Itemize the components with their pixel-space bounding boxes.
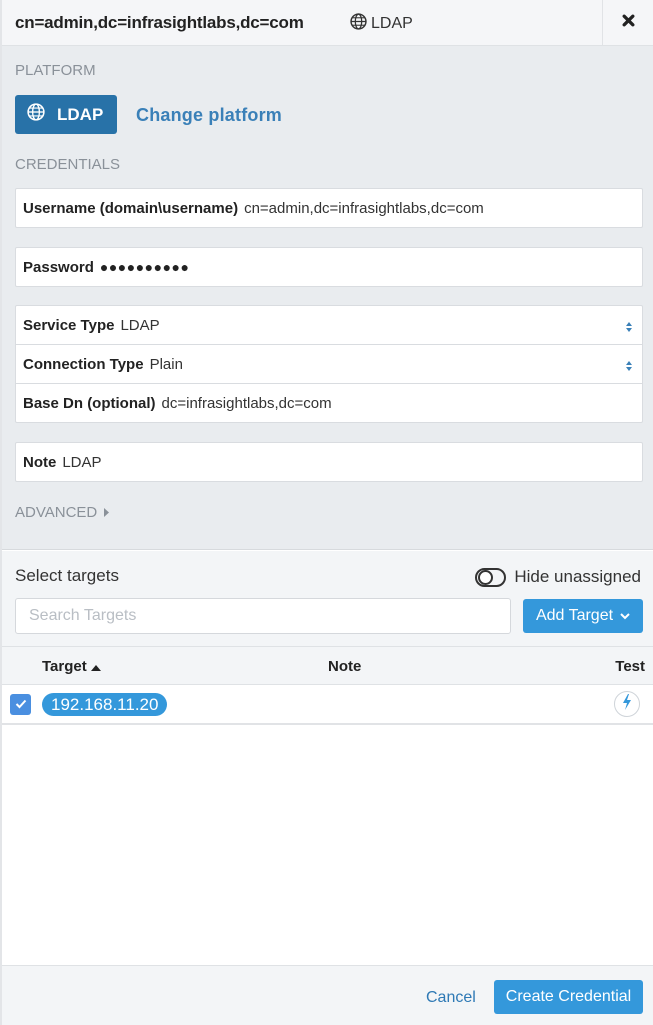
username-value: cn=admin,dc=infrasightlabs,dc=com — [244, 199, 484, 217]
service-type-select[interactable]: Service Type LDAP — [15, 305, 643, 345]
globe-icon — [350, 13, 367, 35]
credential-form: PLATFORM LDAP Change platform CREDENTIAL… — [2, 46, 653, 550]
password-value: ●●●●●●●●●● — [99, 259, 190, 275]
hide-unassigned-label: Hide unassigned — [514, 567, 641, 586]
password-field[interactable]: Password ●●●●●●●●●● — [15, 247, 643, 287]
targets-section: Select targets Hide unassigned Add Targe… — [2, 551, 653, 647]
toggle-icon — [475, 567, 507, 587]
target-checkbox[interactable] — [10, 694, 31, 715]
chevron-down-icon — [620, 607, 630, 625]
change-platform-link[interactable]: Change platform — [136, 105, 282, 126]
base-dn-label: Base Dn (optional) — [23, 394, 156, 412]
create-credential-button[interactable]: Create Credential — [494, 980, 643, 1014]
base-dn-value: dc=infrasightlabs,dc=com — [161, 394, 332, 412]
connection-type-select[interactable]: Connection Type Plain — [15, 344, 643, 384]
test-button[interactable] — [614, 691, 640, 717]
note-label: Note — [23, 453, 57, 471]
panel-header: cn=admin,dc=infrasightlabs,dc=com LDAP — [2, 0, 653, 46]
sort-asc-icon — [90, 658, 101, 675]
panel-footer: Cancel Create Credential — [2, 965, 653, 1025]
credentials-section-label: CREDENTIALS — [15, 156, 121, 173]
caret-right-icon — [104, 504, 110, 521]
search-targets-input[interactable] — [15, 598, 511, 634]
advanced-toggle[interactable]: ADVANCED — [15, 504, 110, 521]
password-label: Password — [23, 258, 94, 276]
service-type-label: Service Type — [23, 316, 115, 334]
close-icon — [622, 14, 635, 32]
select-arrows-icon — [626, 320, 632, 332]
column-header-test: Test — [615, 658, 645, 675]
connection-type-label: Connection Type — [23, 355, 144, 373]
add-target-label: Add Target — [535, 607, 614, 624]
check-icon — [15, 696, 27, 714]
connection-type-value: Plain — [149, 355, 183, 373]
cancel-button[interactable]: Cancel — [426, 989, 476, 1007]
lightning-bolt-icon — [622, 693, 632, 715]
platform-button[interactable]: LDAP — [15, 95, 117, 134]
close-button[interactable] — [602, 0, 653, 45]
platform-button-label: LDAP — [57, 104, 104, 124]
targets-table-header: Target Note Test — [2, 647, 653, 685]
globe-icon — [27, 103, 45, 126]
column-target-label: Target — [42, 658, 87, 675]
advanced-label: ADVANCED — [15, 504, 98, 521]
username-field[interactable]: Username (domain\username) cn=admin,dc=i… — [15, 188, 643, 228]
table-row: 192.168.11.20 — [2, 685, 653, 725]
username-label: Username (domain\username) — [23, 199, 239, 217]
select-targets-title: Select targets — [15, 566, 119, 585]
column-header-target[interactable]: Target — [42, 658, 101, 675]
note-field[interactable]: Note LDAP — [15, 442, 643, 482]
header-platform: LDAP — [350, 13, 413, 35]
base-dn-field[interactable]: Base Dn (optional) dc=infrasightlabs,dc=… — [15, 383, 643, 423]
column-header-note[interactable]: Note — [328, 658, 361, 675]
add-target-button[interactable]: Add Target — [523, 599, 643, 633]
note-value: LDAP — [62, 453, 102, 471]
hide-unassigned-toggle[interactable]: Hide unassigned — [475, 567, 641, 587]
targets-list-empty-area — [2, 727, 653, 965]
select-arrows-icon — [626, 359, 632, 371]
header-platform-label: LDAP — [371, 15, 413, 32]
panel-title: cn=admin,dc=infrasightlabs,dc=com — [15, 13, 304, 32]
credential-panel: cn=admin,dc=infrasightlabs,dc=com LDAP P… — [0, 0, 653, 1025]
platform-section-label: PLATFORM — [15, 62, 96, 79]
target-pill: 192.168.11.20 — [42, 693, 168, 716]
service-type-value: LDAP — [120, 316, 160, 334]
